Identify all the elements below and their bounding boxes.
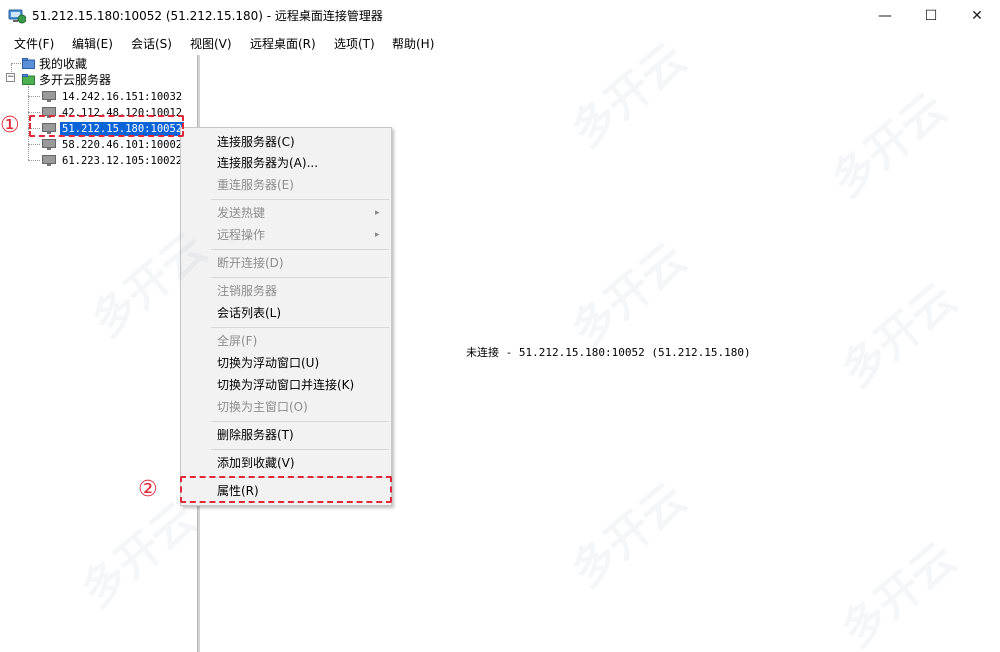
menu-session[interactable]: 会话(S): [131, 36, 172, 52]
tree-item-favorites[interactable]: 我的收藏: [22, 56, 87, 71]
ctx-connect[interactable]: 连接服务器(C): [217, 134, 295, 150]
window-title: 51.212.15.180:10052 (51.212.15.180) - 远程…: [32, 9, 383, 23]
tree-item-group[interactable]: 多开云服务器: [22, 72, 111, 87]
monitor-icon: [42, 138, 56, 150]
tree-connector: [28, 144, 40, 145]
ctx-session-list[interactable]: 会话列表(L): [217, 305, 281, 321]
menu-remote-desktop[interactable]: 远程桌面(R): [250, 36, 316, 52]
ctx-fullscreen: 全屏(F): [217, 334, 258, 348]
server-label: 58.220.46.101:10002: [62, 138, 183, 151]
tree-item-server[interactable]: 61.223.12.105:10022: [42, 153, 184, 168]
ctx-undock-connect[interactable]: 切换为浮动窗口并连接(K): [217, 377, 354, 393]
menu-separator: [211, 327, 389, 328]
menu-separator: [211, 449, 389, 450]
tree-label: 多开云服务器: [39, 72, 112, 87]
ctx-remote-actions: 远程操作: [217, 228, 266, 242]
tree-connector: [28, 112, 40, 113]
menu-file[interactable]: 文件(F): [14, 36, 54, 52]
minimize-icon: —: [878, 8, 892, 24]
tree-connector: [28, 96, 40, 97]
server-label: 61.223.12.105:10022: [62, 154, 183, 167]
ctx-delete-server[interactable]: 删除服务器(T): [217, 427, 294, 443]
ctx-dock: 切换为主窗口(O): [217, 400, 308, 414]
folder-icon: [22, 58, 35, 69]
menu-separator: [211, 421, 389, 422]
menu-edit[interactable]: 编辑(E): [72, 36, 113, 52]
ctx-logoff: 注销服务器: [217, 284, 278, 298]
ctx-undock[interactable]: 切换为浮动窗口(U): [217, 355, 319, 371]
menu-separator: [211, 277, 389, 278]
tree-expander[interactable]: −: [6, 73, 15, 82]
menu-separator: [211, 199, 389, 200]
maximize-button[interactable]: ☐: [908, 0, 954, 32]
annotation-number-1: ①: [0, 113, 20, 138]
close-icon: ✕: [971, 8, 983, 24]
maximize-icon: ☐: [924, 8, 938, 24]
menu-options[interactable]: 选项(T): [334, 36, 375, 52]
menu-help[interactable]: 帮助(H): [392, 36, 434, 52]
submenu-arrow-icon: ▸: [375, 230, 380, 240]
ctx-add-favorite[interactable]: 添加到收藏(V): [217, 455, 295, 471]
minimize-button[interactable]: —: [862, 0, 908, 32]
watermark-text: 多开云: [821, 83, 956, 208]
annotation-box-2: [180, 476, 392, 503]
menu-bar: 文件(F) 编辑(E) 会话(S) 视图(V) 远程桌面(R) 选项(T) 帮助…: [0, 33, 1000, 55]
ctx-send-hotkey: 发送热键: [217, 206, 266, 220]
watermark-text: 多开云: [561, 473, 696, 598]
watermark-text: 多开云: [831, 273, 966, 398]
ctx-reconnect: 重连服务器(E): [217, 178, 294, 192]
annotation-number-2: ②: [138, 477, 158, 502]
connection-status: 未连接 - 51.212.15.180:10052 (51.212.15.180…: [466, 346, 751, 359]
monitor-icon: [42, 90, 56, 102]
close-button[interactable]: ✕: [954, 0, 1000, 32]
tree-label: 我的收藏: [39, 56, 88, 71]
context-menu: 连接服务器(C) 连接服务器为(A)... 重连服务器(E) 发送热键 ▸ 远程…: [180, 127, 392, 506]
menu-view[interactable]: 视图(V): [190, 36, 232, 52]
annotation-box-1: [29, 115, 184, 137]
tree-item-server[interactable]: 14.242.16.151:10032: [42, 89, 184, 104]
server-label: 14.242.16.151:10032: [62, 90, 183, 103]
remote-desktop-app-icon: [8, 9, 26, 24]
ctx-connect-as[interactable]: 连接服务器为(A)...: [217, 155, 318, 171]
tree-item-server[interactable]: 58.220.46.101:10002: [42, 137, 184, 152]
server-group-icon: [22, 74, 35, 85]
tree-connector: [28, 160, 40, 161]
ctx-disconnect: 断开连接(D): [217, 256, 284, 270]
monitor-icon: [42, 154, 56, 166]
tree-connector: [11, 63, 21, 64]
submenu-arrow-icon: ▸: [375, 208, 380, 218]
menu-separator: [211, 249, 389, 250]
watermark-text: 多开云: [561, 233, 696, 358]
title-bar: 51.212.15.180:10052 (51.212.15.180) - 远程…: [0, 0, 1000, 32]
watermark-text: 多开云: [831, 533, 966, 652]
